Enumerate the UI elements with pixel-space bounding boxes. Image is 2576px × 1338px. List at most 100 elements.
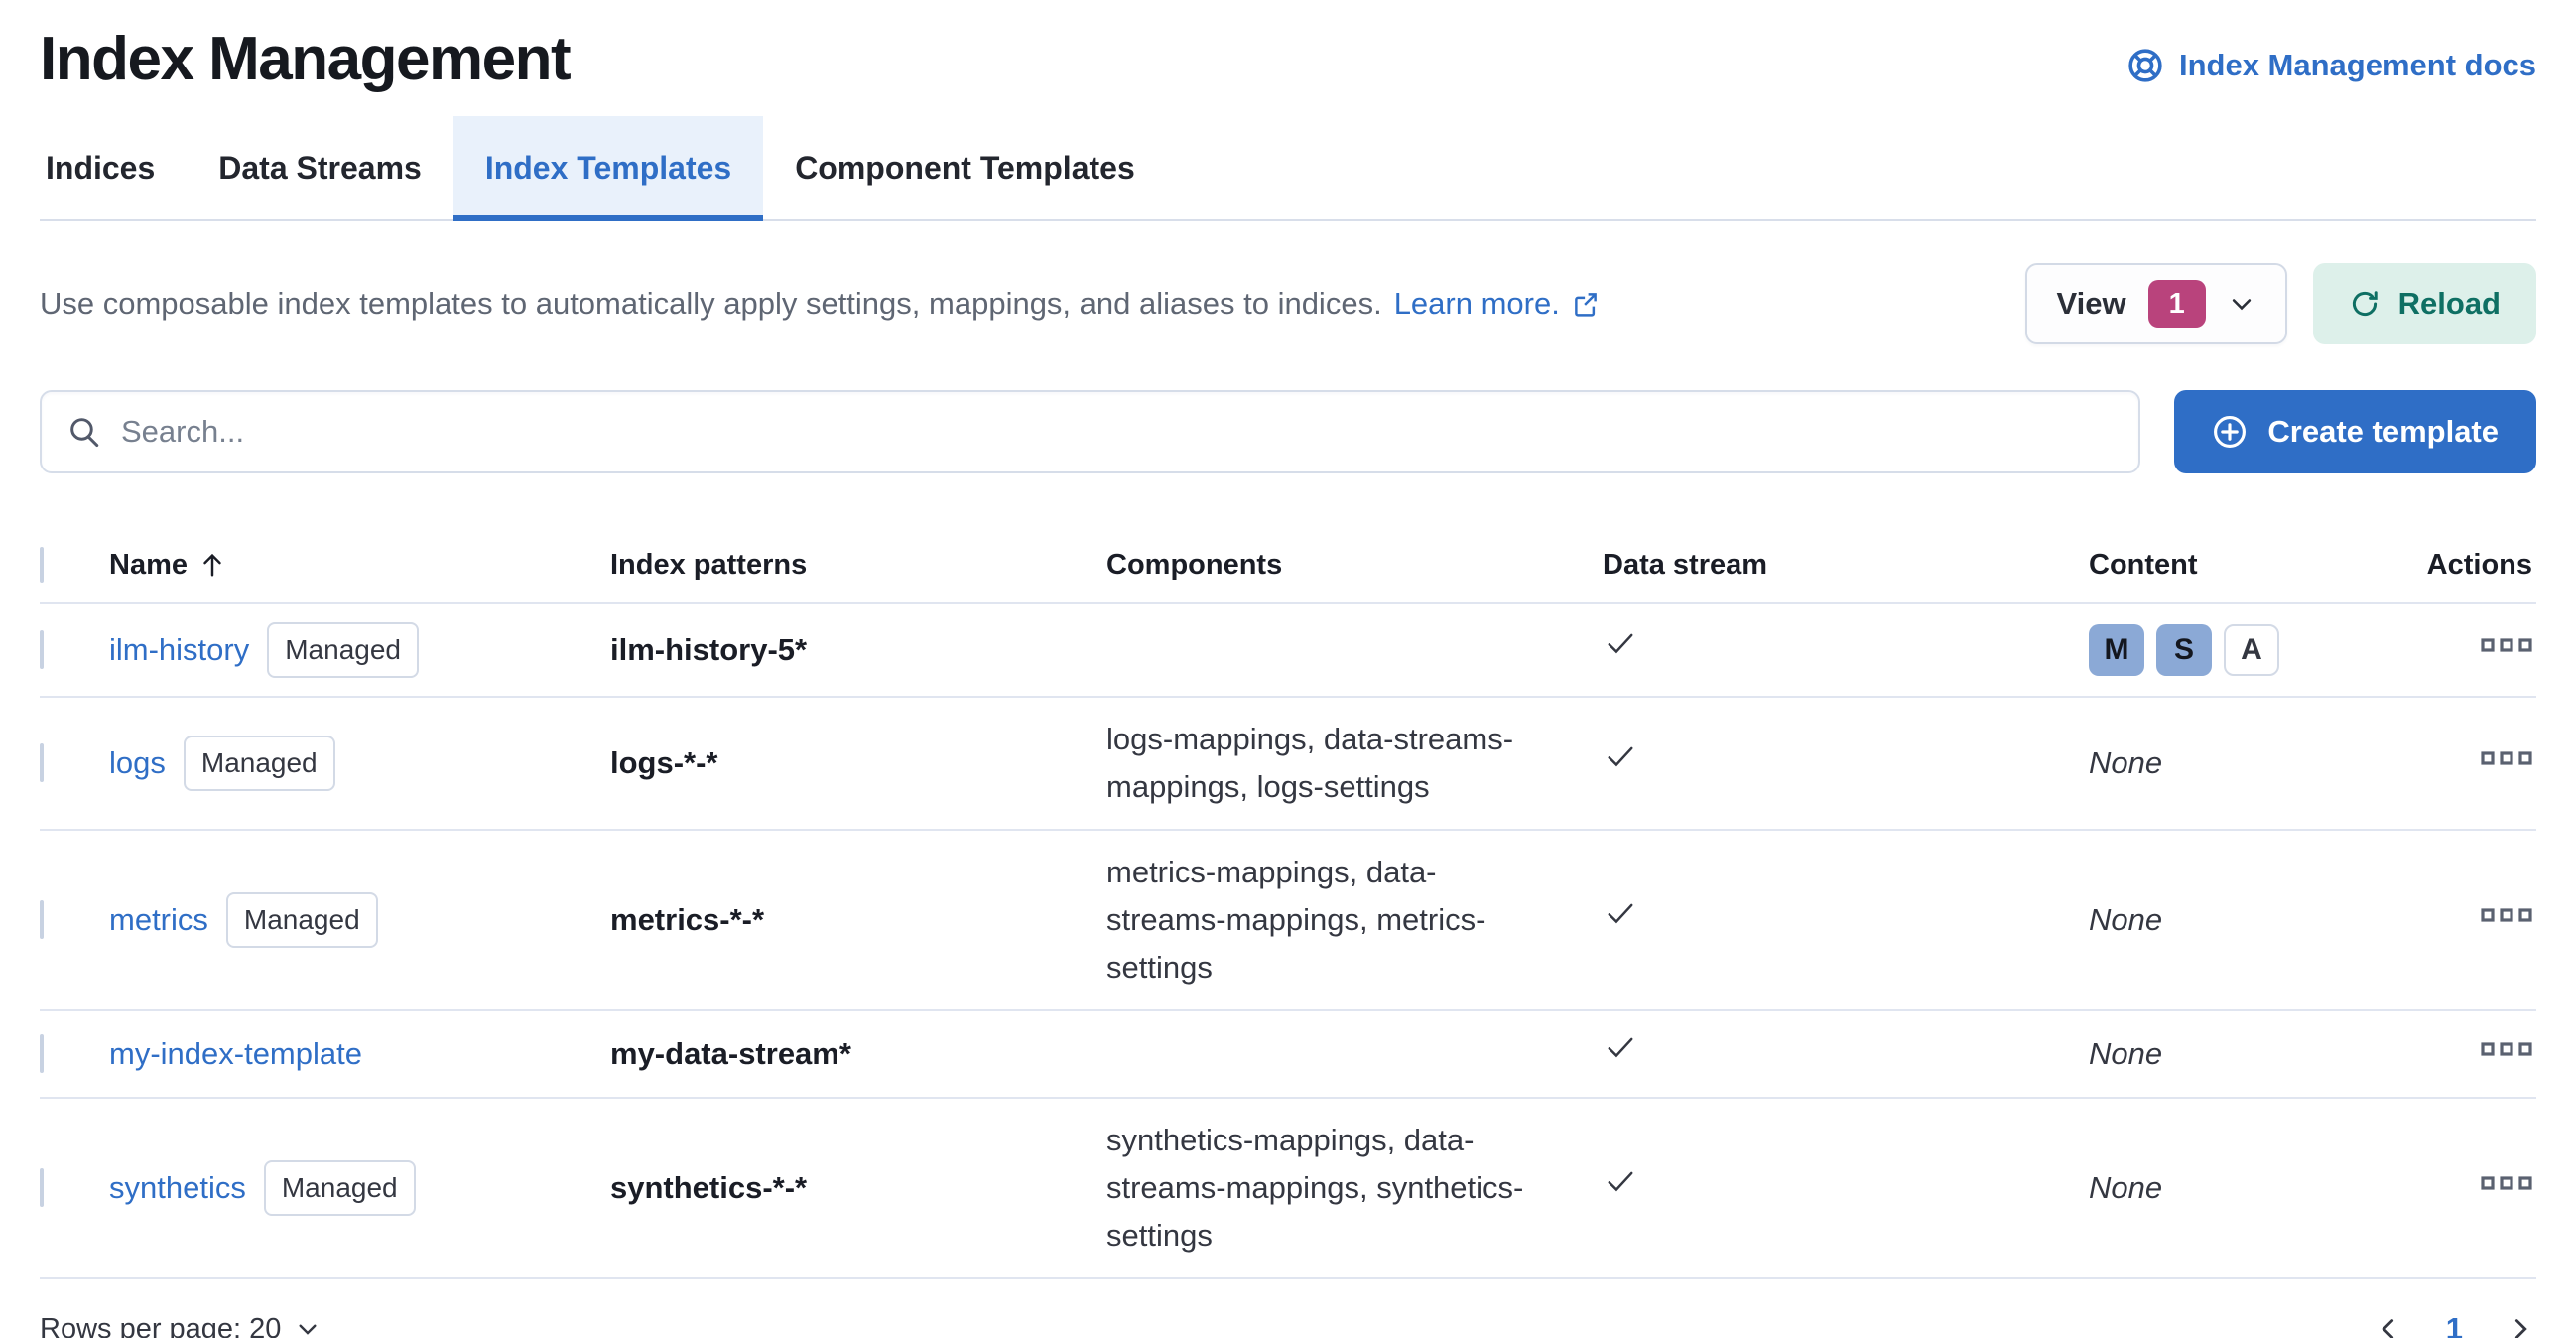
content-badge-mappings: M: [2089, 624, 2144, 676]
row-actions-button[interactable]: [2481, 743, 2532, 773]
check-icon: [1603, 625, 1638, 661]
content-cell: M S A: [2089, 606, 2426, 694]
pagination: 1: [2373, 1311, 2536, 1338]
column-label: Actions: [2427, 549, 2532, 581]
template-name-link[interactable]: metrics: [109, 896, 208, 944]
row-checkbox[interactable]: [40, 1034, 44, 1073]
name-cell: ilm-history Managed: [109, 604, 610, 696]
name-cell: my-index-template: [109, 1012, 610, 1096]
description-text: Use composable index templates to automa…: [40, 286, 1600, 322]
learn-more-link[interactable]: Learn more.: [1394, 286, 1560, 322]
external-link-icon: [1572, 290, 1600, 318]
check-icon: [1603, 895, 1638, 931]
header-checkbox-cell: [40, 527, 109, 602]
page-number-1[interactable]: 1: [2446, 1311, 2463, 1338]
row-actions-button[interactable]: [2481, 1168, 2532, 1198]
table-header-row: Name Index patterns Components Data stre…: [40, 527, 2536, 602]
index-management-page: Index Management Index Management docs I…: [0, 0, 2576, 1338]
content-cell: None: [2089, 722, 2426, 805]
sort-ascending-icon: [197, 550, 227, 580]
column-header-index-patterns: Index patterns: [610, 527, 1106, 602]
row-actions-button[interactable]: [2481, 630, 2532, 660]
data-stream-cell: [1603, 607, 2089, 693]
template-name-link[interactable]: ilm-history: [109, 626, 249, 674]
chevron-down-icon: [295, 1316, 321, 1338]
components-cell: synthetics-mappings, data-streams-mappin…: [1106, 1099, 1603, 1277]
content-cell: None: [2089, 878, 2426, 962]
table-footer: Rows per page: 20 1: [40, 1297, 2536, 1338]
name-cell: metrics Managed: [109, 874, 610, 966]
create-template-label: Create template: [2267, 414, 2499, 450]
column-label: Components: [1106, 549, 1282, 581]
data-stream-cell: [1603, 877, 2089, 963]
docs-link-label: Index Management docs: [2179, 48, 2536, 83]
table-row: metrics Managed metrics-*-* metrics-mapp…: [40, 829, 2536, 1009]
check-icon: [1603, 1163, 1638, 1199]
description-row: Use composable index templates to automa…: [40, 263, 2536, 344]
actions-cell: [2481, 1146, 2536, 1230]
search-box[interactable]: [40, 390, 2140, 473]
previous-page-button[interactable]: [2373, 1314, 2402, 1338]
column-header-actions: Actions: [2427, 527, 2536, 602]
search-icon: [67, 415, 101, 449]
view-button-label: View: [2057, 286, 2126, 322]
name-cell: synthetics Managed: [109, 1142, 610, 1234]
rows-per-page-button[interactable]: Rows per page: 20: [40, 1313, 321, 1338]
plus-circle-icon: [2212, 414, 2248, 450]
table-row: ilm-history Managed ilm-history-5* M S A: [40, 602, 2536, 696]
row-checkbox[interactable]: [40, 1168, 44, 1207]
next-page-button[interactable]: [2507, 1314, 2536, 1338]
template-name-link[interactable]: my-index-template: [109, 1030, 362, 1078]
refresh-icon: [2349, 288, 2381, 320]
template-name-link[interactable]: synthetics: [109, 1164, 246, 1212]
templates-table: Name Index patterns Components Data stre…: [40, 527, 2536, 1279]
table-row: my-index-template my-data-stream* None: [40, 1009, 2536, 1097]
reload-button-label: Reload: [2398, 286, 2501, 322]
column-header-data-stream: Data stream: [1603, 527, 2089, 602]
create-template-button[interactable]: Create template: [2174, 390, 2536, 473]
check-icon: [1603, 738, 1638, 774]
index-patterns-cell: logs-*-*: [610, 722, 1106, 805]
column-label: Data stream: [1603, 549, 1767, 581]
check-icon: [1603, 1029, 1638, 1065]
row-checkbox[interactable]: [40, 743, 44, 782]
actions-cell: [2481, 1012, 2536, 1096]
search-input[interactable]: [121, 414, 2113, 450]
row-checkbox[interactable]: [40, 900, 44, 939]
data-stream-cell: [1603, 721, 2089, 806]
template-name-link[interactable]: logs: [109, 739, 166, 787]
column-header-name[interactable]: Name: [109, 527, 610, 602]
column-header-components: Components: [1106, 527, 1603, 602]
tab-component-templates[interactable]: Component Templates: [763, 116, 1167, 219]
view-filter-button[interactable]: View 1: [2025, 263, 2287, 344]
reload-button[interactable]: Reload: [2313, 263, 2536, 344]
row-checkbox-cell: [40, 1146, 109, 1230]
table-row: synthetics Managed synthetics-*-* synthe…: [40, 1097, 2536, 1277]
row-checkbox-cell: [40, 1012, 109, 1096]
content-cell: None: [2089, 1012, 2426, 1096]
tab-label: Data Streams: [218, 150, 422, 187]
rows-per-page-label: Rows per page: 20: [40, 1313, 281, 1338]
column-label: Name: [109, 541, 188, 589]
column-header-content: Content: [2089, 527, 2426, 602]
managed-badge: Managed: [267, 622, 419, 678]
name-cell: logs Managed: [109, 718, 610, 809]
content-badge-aliases: A: [2224, 624, 2279, 676]
tab-data-streams[interactable]: Data Streams: [187, 116, 453, 219]
toolbar-buttons: View 1 Reload: [2025, 263, 2536, 344]
content-badge-settings: S: [2156, 624, 2212, 676]
description-body: Use composable index templates to automa…: [40, 286, 1382, 322]
data-stream-cell: [1603, 1011, 2089, 1097]
select-all-checkbox[interactable]: [40, 547, 44, 583]
tab-index-templates[interactable]: Index Templates: [453, 116, 763, 219]
row-actions-button[interactable]: [2481, 1034, 2532, 1064]
actions-cell: [2481, 878, 2536, 962]
index-patterns-cell: ilm-history-5*: [610, 608, 1106, 692]
index-patterns-cell: synthetics-*-*: [610, 1146, 1106, 1230]
row-checkbox[interactable]: [40, 630, 44, 669]
docs-link[interactable]: Index Management docs: [2127, 48, 2536, 83]
row-actions-button[interactable]: [2481, 900, 2532, 930]
page-header: Index Management Index Management docs: [40, 24, 2536, 94]
tab-label: Index Templates: [485, 150, 731, 187]
tab-indices[interactable]: Indices: [40, 116, 187, 219]
